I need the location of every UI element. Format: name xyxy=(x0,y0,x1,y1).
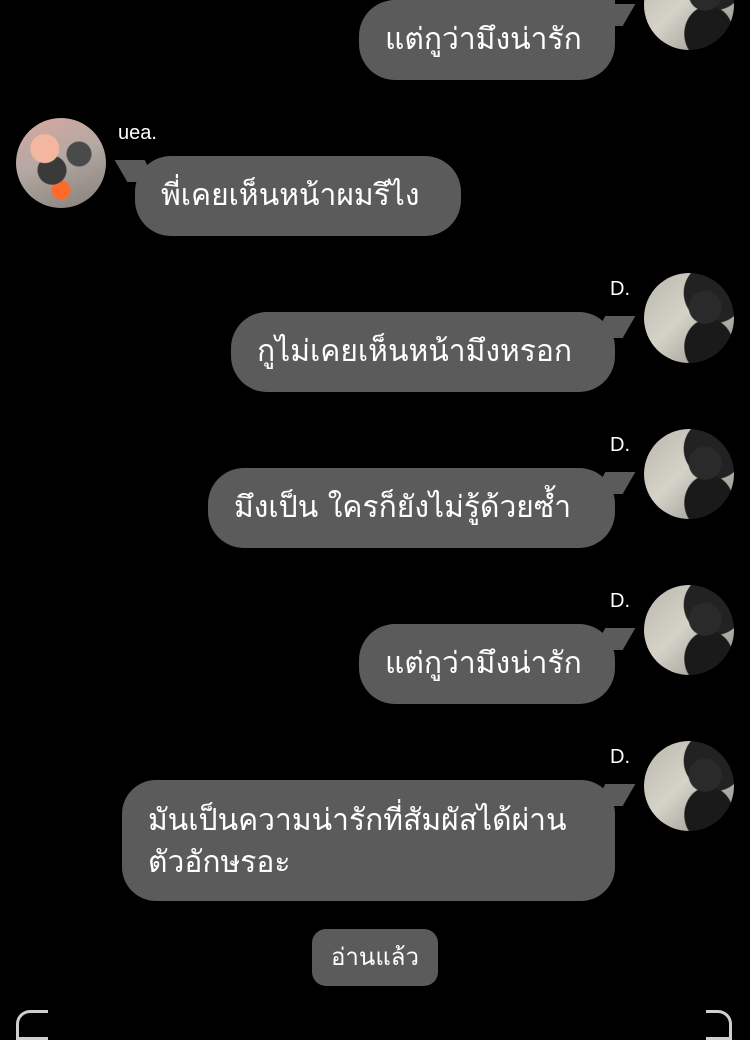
message-text: พี่เคยเห็นหน้าผมรึไง xyxy=(161,178,420,213)
sender-avatar-d[interactable] xyxy=(644,0,734,50)
message-bubble-outgoing[interactable]: มึงเป็น ใครก็ยังไม่รู้ด้วยซ้ำ xyxy=(208,468,615,548)
message-bubble-incoming[interactable]: พี่เคยเห็นหน้าผมรึไง xyxy=(135,156,461,236)
message-text-line: มันเป็นความน่ารักที่สัมผัสได้ผ่าน xyxy=(148,803,567,838)
bottom-left-corner xyxy=(16,1010,48,1040)
sender-name: D. xyxy=(610,434,630,456)
message-bubble-outgoing[interactable]: แต่กูว่ามึงน่ารัก xyxy=(359,624,615,704)
sender-avatar-d[interactable] xyxy=(644,741,734,831)
bottom-right-corner xyxy=(706,1010,732,1040)
message-text-line: ตัวอักษรอะ xyxy=(148,845,291,880)
read-status-badge: อ่านแล้ว xyxy=(312,929,438,986)
sender-avatar-uea[interactable] xyxy=(16,118,106,208)
message-bubble-outgoing[interactable]: กูไม่เคยเห็นหน้ามึงหรอก xyxy=(231,312,615,392)
sender-name: D. xyxy=(610,746,630,768)
message-text: กูไม่เคยเห็นหน้ามึงหรอก xyxy=(257,334,573,369)
message-bubble-outgoing[interactable]: แต่กูว่ามึงน่ารัก xyxy=(359,0,615,80)
sender-name: uea. xyxy=(118,122,157,144)
message-text: แต่กูว่ามึงน่ารัก xyxy=(385,646,582,681)
sender-name: D. xyxy=(610,590,630,612)
message-text: แต่กูว่ามึงน่ารัก xyxy=(385,22,582,57)
message-text: มึงเป็น ใครก็ยังไม่รู้ด้วยซ้ำ xyxy=(234,490,572,525)
sender-avatar-d[interactable] xyxy=(644,429,734,519)
sender-avatar-d[interactable] xyxy=(644,273,734,363)
sender-name: D. xyxy=(610,278,630,300)
sender-avatar-d[interactable] xyxy=(644,585,734,675)
message-bubble-outgoing[interactable]: มันเป็นความน่ารักที่สัมผัสได้ผ่าน ตัวอัก… xyxy=(122,780,615,901)
